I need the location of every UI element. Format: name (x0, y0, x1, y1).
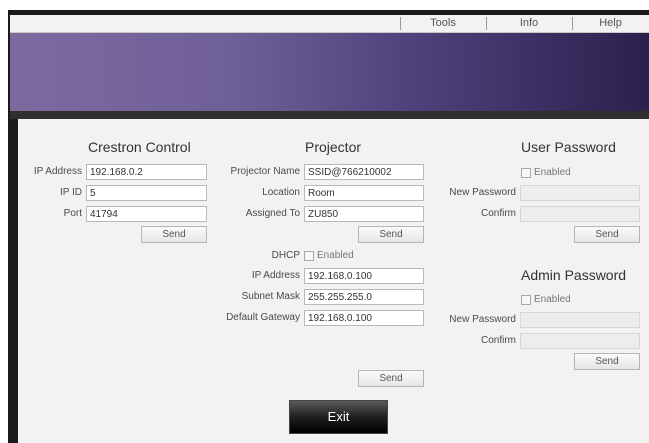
crestron-send-button[interactable]: Send (141, 226, 207, 243)
admin-confirm-label: Confirm (480, 335, 516, 346)
menu-info[interactable]: Info (486, 15, 572, 32)
projector-name-input[interactable] (304, 164, 424, 180)
crestron-ipid-label: IP ID (59, 187, 82, 198)
location-label: Location (262, 187, 300, 198)
user-password-title: User Password (521, 139, 616, 155)
admin-password-send-button[interactable]: Send (574, 353, 640, 370)
user-password-send-button[interactable]: Send (574, 226, 640, 243)
header-banner (10, 33, 649, 111)
user-password-enabled-label: Enabled (534, 167, 571, 178)
subnet-mask-input[interactable] (304, 289, 424, 305)
menu-help[interactable]: Help (572, 15, 649, 32)
admin-password-enabled-label: Enabled (534, 294, 571, 305)
crestron-ipid-input[interactable] (86, 185, 207, 201)
projector-ip-input[interactable] (304, 268, 424, 284)
admin-password-title: Admin Password (521, 267, 627, 283)
assigned-to-input[interactable] (304, 206, 424, 222)
crestron-port-label: Port (63, 208, 82, 219)
top-menu-bar: Tools Info Help (10, 15, 649, 33)
user-confirm-input[interactable] (520, 206, 640, 222)
admin-password-enabled-checkbox[interactable] (521, 295, 531, 305)
admin-confirm-input[interactable] (520, 333, 640, 349)
crestron-ip-label: IP Address (33, 166, 82, 177)
crestron-ip-input[interactable] (86, 164, 207, 180)
crestron-title: Crestron Control (88, 139, 191, 155)
network-send-button[interactable]: Send (358, 370, 424, 387)
user-password-enabled-checkbox[interactable] (521, 168, 531, 178)
dhcp-enabled-label: Enabled (317, 250, 354, 261)
user-new-password-input[interactable] (520, 185, 640, 201)
projector-title: Projector (305, 139, 362, 155)
exit-button[interactable]: Exit (289, 400, 388, 434)
projector-name-label: Projector Name (230, 166, 300, 177)
admin-new-password-input[interactable] (520, 312, 640, 328)
default-gateway-label: Default Gateway (226, 312, 300, 323)
dhcp-label: DHCP (271, 250, 300, 261)
location-input[interactable] (304, 185, 424, 201)
user-new-password-label: New Password (449, 187, 516, 198)
header-divider (10, 111, 649, 119)
default-gateway-input[interactable] (304, 310, 424, 326)
dhcp-checkbox[interactable] (304, 251, 314, 261)
projector-send-button[interactable]: Send (358, 226, 424, 243)
subnet-mask-label: Subnet Mask (241, 291, 300, 302)
menu-tools[interactable]: Tools (400, 15, 486, 32)
admin-new-password-label: New Password (449, 314, 516, 325)
crestron-port-input[interactable] (86, 206, 207, 222)
user-confirm-label: Confirm (480, 208, 516, 219)
projector-ip-label: IP Address (251, 270, 300, 281)
assigned-to-label: Assigned To (245, 208, 300, 219)
